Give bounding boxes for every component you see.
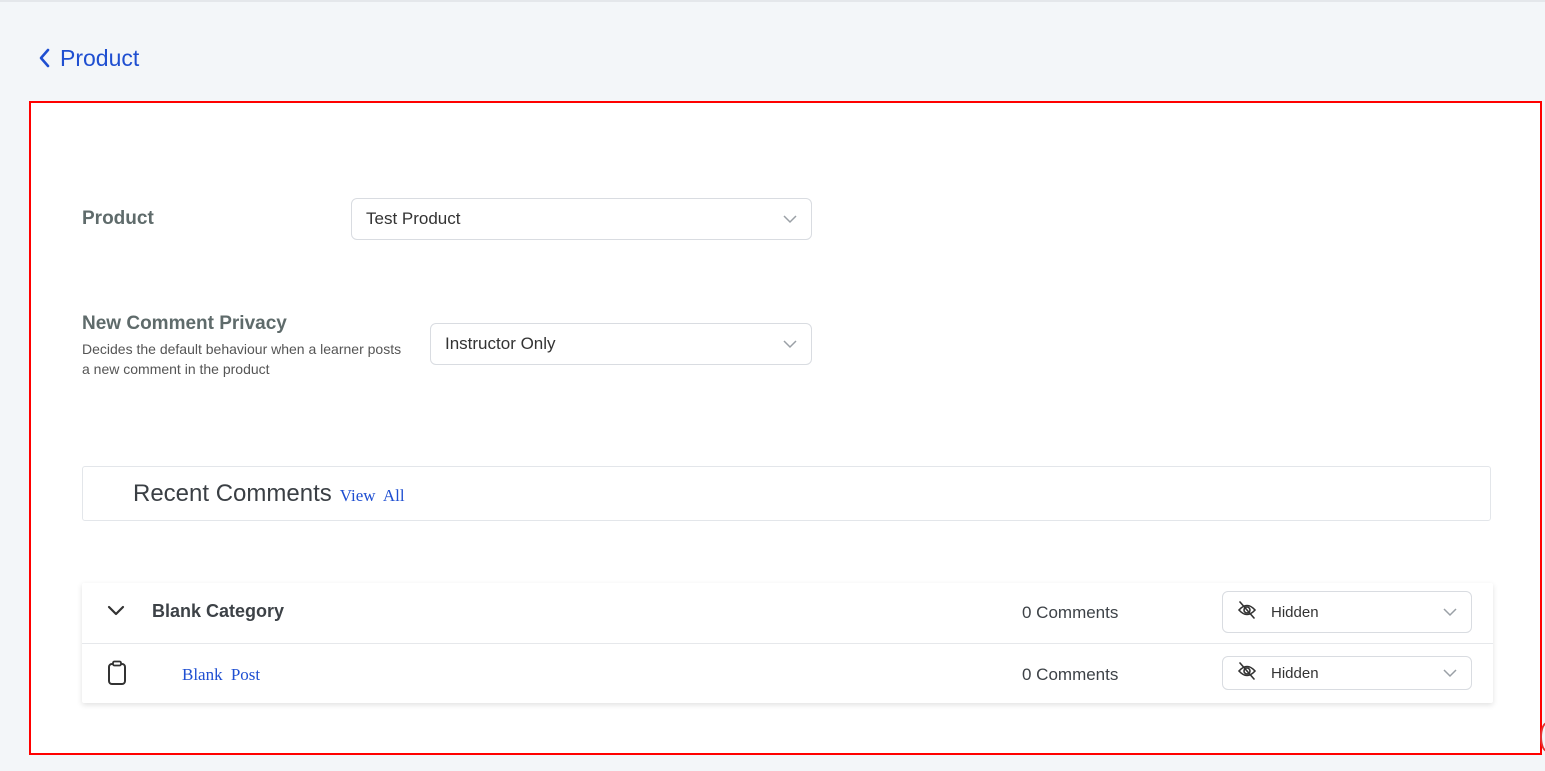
comment-privacy-label: New Comment Privacy bbox=[82, 313, 287, 334]
product-select[interactable]: Test Product bbox=[351, 198, 812, 240]
chevron-down-icon bbox=[1443, 668, 1457, 678]
product-label: Product bbox=[82, 208, 154, 229]
visibility-select[interactable]: Hidden bbox=[1222, 656, 1472, 690]
eye-off-icon bbox=[1237, 601, 1257, 623]
list-item: Blank Post 0 Comments Hidden bbox=[82, 643, 1493, 703]
comment-privacy-value: Instructor Only bbox=[445, 334, 556, 353]
comment-privacy-select[interactable]: Instructor Only bbox=[430, 323, 812, 365]
eye-off-icon bbox=[1237, 662, 1257, 684]
clipboard-icon bbox=[107, 660, 127, 691]
comments-list: Blank Category 0 Comments Hidden Blank P… bbox=[82, 583, 1493, 703]
chevron-down-icon bbox=[783, 339, 797, 349]
product-select-value: Test Product bbox=[366, 209, 461, 228]
chevron-down-icon bbox=[1443, 607, 1457, 617]
visibility-select[interactable]: Hidden bbox=[1222, 591, 1472, 633]
comment-privacy-help: Decides the default behaviour when a lea… bbox=[82, 341, 402, 377]
back-link[interactable]: Product bbox=[38, 42, 139, 74]
top-divider bbox=[0, 0, 1545, 2]
visibility-value: Hidden bbox=[1271, 603, 1319, 621]
comment-count: 0 Comments bbox=[1022, 665, 1119, 684]
highlighted-panel: Product Test Product New Comment Privacy… bbox=[29, 101, 1542, 755]
category-title: Blank Category bbox=[152, 601, 285, 621]
chevron-left-icon bbox=[38, 48, 52, 68]
visibility-value: Hidden bbox=[1271, 664, 1319, 682]
comment-count: 0 Comments bbox=[1022, 603, 1119, 622]
post-title-link[interactable]: Blank Post bbox=[182, 665, 260, 685]
chevron-down-icon[interactable] bbox=[107, 604, 125, 623]
list-item: Blank Category 0 Comments Hidden bbox=[82, 583, 1493, 644]
chevron-down-icon bbox=[783, 214, 797, 224]
back-link-label: Product bbox=[60, 44, 140, 71]
recent-comments-header: Recent Comments View All bbox=[82, 466, 1491, 521]
recent-comments-title: Recent Comments bbox=[133, 479, 332, 507]
view-all-link[interactable]: View All bbox=[340, 486, 405, 506]
